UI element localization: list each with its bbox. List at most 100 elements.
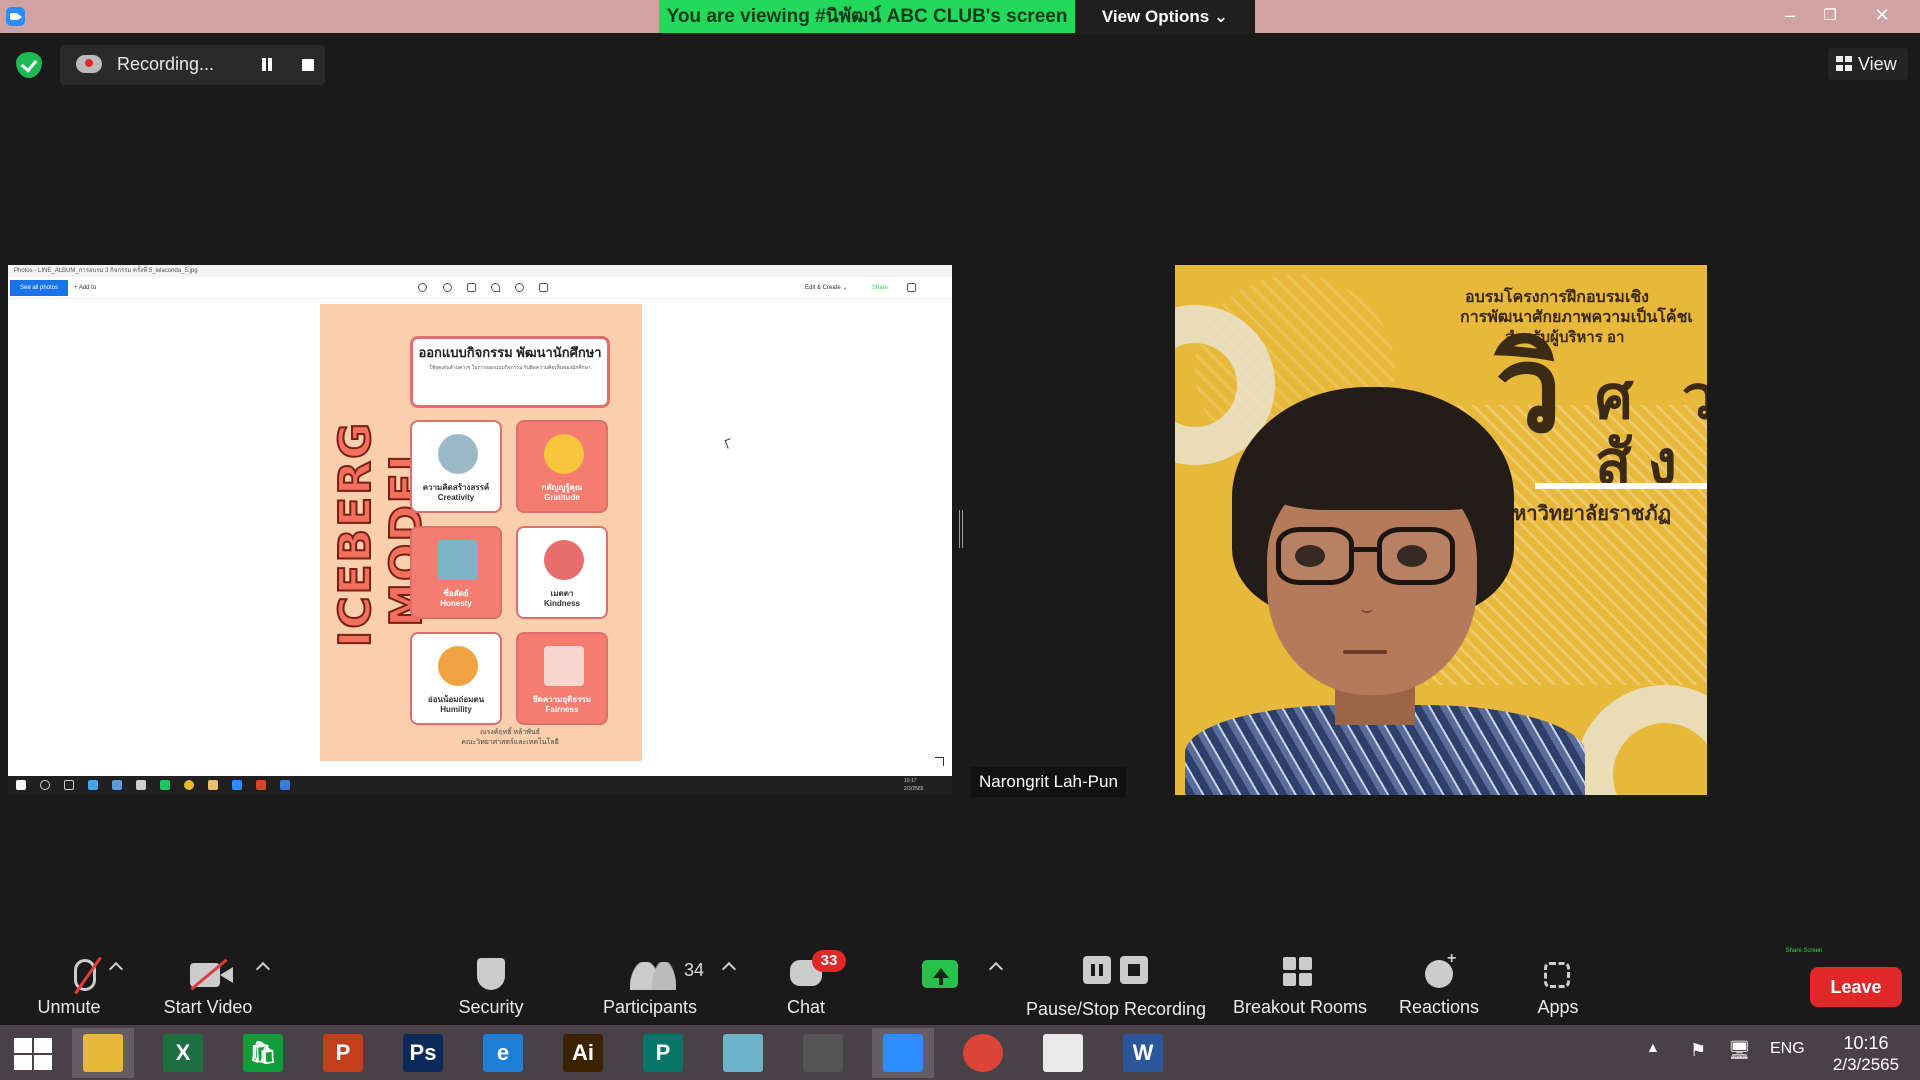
share-button[interactable]: Share (872, 281, 888, 295)
card-label-th: อ่อนน้อมถ่อมตน (427, 695, 485, 704)
leave-button[interactable]: Leave (1810, 967, 1902, 1007)
close-button[interactable]: ✕ (1862, 0, 1902, 33)
expand-icon[interactable] (935, 757, 944, 766)
taskbar-powerpoint-viewer-button[interactable] (1032, 1028, 1094, 1078)
taskbar-store-button[interactable]: 🛍 (232, 1028, 294, 1078)
breakout-rooms-button[interactable]: Breakout Rooms (1228, 940, 1372, 1025)
taskbar-excel-button[interactable]: X (152, 1028, 214, 1078)
show-hidden-icons-chevron-icon[interactable]: ▲ (1646, 1039, 1660, 1055)
clock-date[interactable]: 2/3/2565 (1820, 1055, 1912, 1075)
poster-vertical-title: ICEBERG MODEL (329, 420, 433, 648)
mouse-cursor-icon (724, 438, 734, 449)
stop-recording-button[interactable] (302, 59, 314, 71)
taskbar-word-button[interactable]: W (1112, 1028, 1174, 1078)
shared-screen[interactable]: Photos - LINE_ALBUM_การอบรม 3 กิจกรรม คร… (8, 265, 952, 795)
start-video-label: Start Video (163, 997, 253, 1017)
shared-clock: 10:17 2/3/2565 (904, 777, 923, 793)
participants-button[interactable]: 34 Participants (592, 940, 708, 1025)
photos-toolbar: See all photos + Add to Edit & Create ⌄ … (8, 277, 952, 299)
chat-label: Chat (786, 997, 826, 1017)
taskbar-powerpoint-button[interactable]: P (312, 1028, 374, 1078)
recording-dot-icon (85, 59, 93, 67)
security-button[interactable]: Security (445, 940, 537, 1025)
app-icon (136, 780, 146, 790)
card-fairness: ยึดความยุติธรรม Fairness (516, 632, 608, 725)
upload-arrow-stem-icon (939, 977, 943, 985)
taskbar-notepad-button[interactable] (712, 1028, 774, 1078)
card-label-en: Honesty (440, 599, 472, 608)
recording-indicator: Recording... (60, 45, 325, 85)
taskbar-illustrator-button[interactable]: Ai (552, 1028, 614, 1078)
participants-count: 34 (684, 960, 705, 980)
store-icon: 🛍 (243, 1034, 283, 1072)
restore-button[interactable]: ❐ (1810, 0, 1850, 33)
see-all-photos-button[interactable]: See all photos (10, 280, 68, 296)
excel-icon: X (163, 1034, 203, 1072)
breakout-rooms-icon (1283, 973, 1296, 986)
plus-icon: + (1447, 950, 1457, 967)
apps-icon (1544, 962, 1570, 988)
favorite-icon[interactable] (491, 283, 500, 292)
breakout-rooms-icon (1299, 957, 1312, 970)
language-indicator[interactable]: ENG (1770, 1040, 1805, 1058)
zoom-in-icon[interactable] (418, 283, 427, 292)
taskbar-zoom-button[interactable] (872, 1028, 934, 1078)
powerpoint-viewer-icon (1043, 1034, 1083, 1072)
apps-button[interactable]: Apps (1520, 940, 1596, 1025)
poster-header: ออกแบบกิจกรรม พัฒนานักศึกษา ใช้จุดเด่นด้… (410, 336, 610, 408)
background-text: มหาวิทยาลัยราชภัฏ (1500, 503, 1672, 525)
security-shield-icon (477, 958, 505, 990)
edit-create-button[interactable]: Edit & Create ⌄ (805, 281, 847, 295)
chat-button[interactable]: 33 Chat (770, 940, 846, 1025)
credit-faculty: คณะวิทยาศาสตร์และเทคโนโลยี (461, 739, 559, 746)
crop-icon[interactable] (539, 283, 548, 292)
rotate-icon[interactable] (515, 283, 524, 292)
pause-stop-recording-button[interactable]: Pause/Stop Recording (1020, 940, 1212, 1025)
delete-icon[interactable] (467, 283, 476, 292)
minimize-button[interactable]: – (1770, 0, 1810, 33)
pause-icon (1083, 956, 1111, 984)
breakout-rooms-icon (1299, 973, 1312, 986)
pause-recording-button[interactable] (258, 56, 276, 74)
taskbar-internet-explorer-button[interactable]: e (472, 1028, 534, 1078)
reactions-button[interactable]: + Reactions (1392, 940, 1486, 1025)
start-icon (16, 780, 26, 790)
creativity-icon (438, 434, 478, 474)
file-explorer-icon (83, 1034, 123, 1072)
app-icon (112, 780, 122, 790)
breakout-rooms-icon (1283, 957, 1296, 970)
chrome-icon (963, 1034, 1003, 1072)
zoom-out-icon[interactable] (443, 283, 452, 292)
unmute-button[interactable]: Unmute (18, 940, 120, 1025)
add-to-button[interactable]: + Add to (74, 280, 96, 296)
share-screen-label: Share Screen (1785, 948, 1823, 954)
windows-start-icon[interactable] (14, 1038, 52, 1070)
participants-options-chevron-icon[interactable] (721, 961, 737, 977)
task-view-icon (64, 780, 74, 790)
start-video-button[interactable]: Start Video (150, 940, 266, 1025)
breakout-rooms-label: Breakout Rooms (1232, 997, 1368, 1017)
photos-icon (280, 780, 290, 790)
clock-time[interactable]: 10:16 (1820, 1033, 1912, 1054)
avatar-bangs (1255, 415, 1495, 510)
participant-video[interactable]: อบรมโครงการฝึกอบรมเชิง การพัฒนาศักยภาพคว… (1175, 265, 1707, 795)
zoom-meeting-window: You are viewing #นิพัฒน์ ABC CLUB's scre… (0, 0, 1920, 1080)
taskbar-file-explorer-button[interactable] (72, 1028, 134, 1078)
card-label-th: เมตตา (550, 589, 574, 598)
taskbar-photoshop-button[interactable]: Ps (392, 1028, 454, 1078)
action-center-flag-icon[interactable]: ⚑ (1690, 1040, 1706, 1061)
view-options-button[interactable]: View Options ⌄ (1075, 0, 1255, 33)
viewing-banner: You are viewing #นิพัฒน์ ABC CLUB's scre… (659, 0, 1075, 33)
taskbar-chrome-button[interactable] (952, 1028, 1014, 1078)
taskbar-publisher-button[interactable]: P (632, 1028, 694, 1078)
view-splitter-handle[interactable] (959, 510, 963, 548)
illustrator-icon: Ai (563, 1034, 603, 1072)
print-icon[interactable] (907, 283, 916, 292)
network-icon[interactable]: 🖥 (1728, 1040, 1751, 1061)
share-screen-button[interactable]: Share Screen (880, 940, 1822, 1025)
title-bar: You are viewing #นิพัฒน์ ABC CLUB's scre… (0, 0, 1920, 33)
recording-status: Recording... (117, 54, 215, 74)
card-label-en: Fairness (545, 705, 579, 714)
card-label-th: ความคิดสร้างสรรค์ (422, 483, 490, 492)
taskbar-photoscape-button[interactable] (792, 1028, 854, 1078)
